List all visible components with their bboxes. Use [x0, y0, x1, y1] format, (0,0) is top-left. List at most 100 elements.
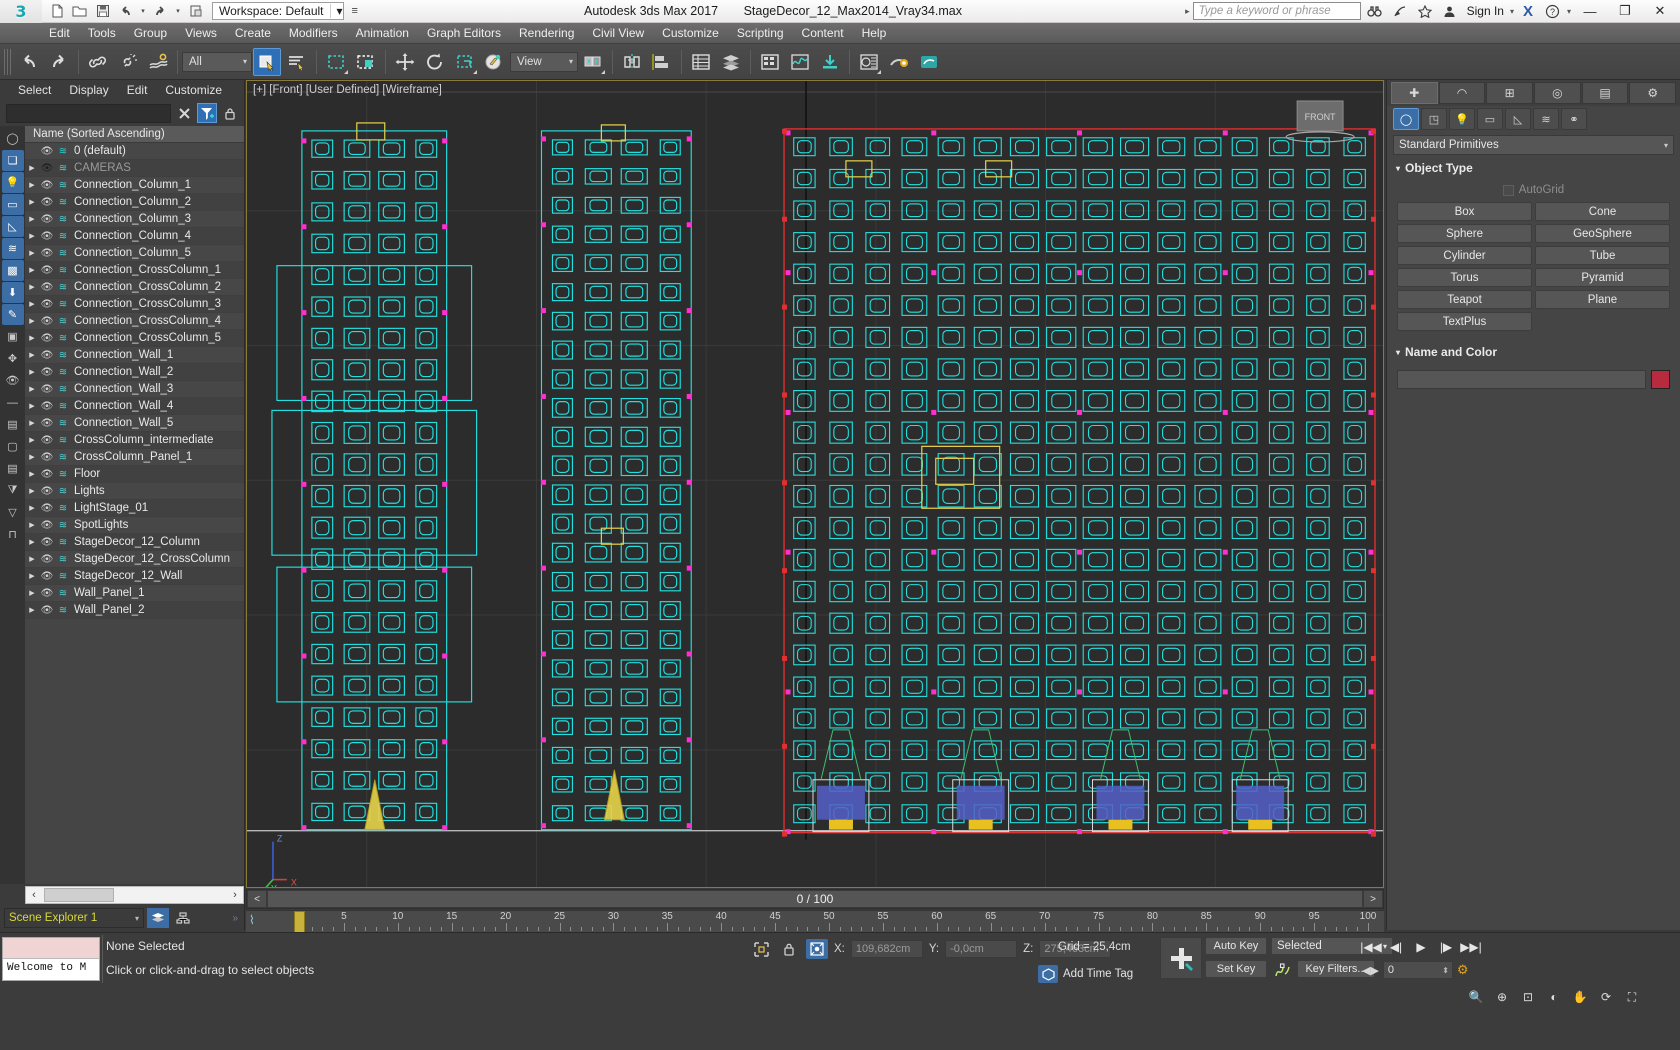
expand-arrow-icon[interactable]: ▶	[25, 351, 39, 359]
auto-key-button[interactable]: Auto Key	[1205, 937, 1267, 955]
select-helper-icon[interactable]: ◺	[2, 216, 24, 237]
list-item[interactable]: ▶👁≋Connection_CrossColumn_1	[25, 262, 244, 279]
select-and-scale-icon[interactable]	[451, 48, 479, 76]
visibility-eye-icon[interactable]: 👁	[39, 520, 55, 531]
list-item[interactable]: ▶👁≋Connection_CrossColumn_4	[25, 313, 244, 330]
render-setup-icon[interactable]	[855, 48, 883, 76]
explorer-menu-customize[interactable]: Customize	[157, 82, 230, 98]
window-close-button[interactable]: ✕	[1644, 0, 1676, 23]
create-plane-button[interactable]: Plane	[1535, 290, 1670, 309]
menu-item-content[interactable]: Content	[793, 24, 853, 42]
list-item[interactable]: ▶👁≋Connection_Wall_2	[25, 364, 244, 381]
frame-display[interactable]: 0 / 100	[267, 890, 1363, 908]
list-item[interactable]: ▶👁≋Connection_Wall_5	[25, 415, 244, 432]
menu-item-help[interactable]: Help	[853, 24, 896, 42]
create-tab[interactable]: ✚	[1391, 82, 1438, 104]
scrollbar-track[interactable]	[42, 887, 227, 903]
create-geosphere-button[interactable]: GeoSphere	[1535, 224, 1670, 243]
select-spacewarp-icon[interactable]: ≋	[2, 238, 24, 259]
expand-arrow-icon[interactable]: ▶	[25, 504, 39, 512]
list-item[interactable]: ▶👁≋Floor	[25, 466, 244, 483]
list-item[interactable]: ▶👁≋Lights	[25, 483, 244, 500]
expand-arrow-icon[interactable]: ▶	[25, 181, 39, 189]
list-item[interactable]: ▶👁≋StageDecor_12_CrossColumn	[25, 551, 244, 568]
create-pyramid-button[interactable]: Pyramid	[1535, 268, 1670, 287]
object-color-swatch[interactable]	[1651, 370, 1670, 389]
expand-arrow-icon[interactable]: ▶	[25, 436, 39, 444]
list-item[interactable]: 👁≋0 (default)	[25, 143, 244, 160]
expand-arrow-icon[interactable]: ▶	[25, 402, 39, 410]
schematic-view-icon[interactable]	[786, 48, 814, 76]
visibility-eye-icon[interactable]: 👁	[39, 248, 55, 259]
mirror-icon[interactable]	[618, 48, 646, 76]
lock-icon[interactable]	[220, 103, 240, 123]
sign-in-button[interactable]: Sign In	[1464, 4, 1507, 18]
menu-item-views[interactable]: Views	[176, 24, 226, 42]
clear-search-icon[interactable]	[174, 103, 194, 123]
visibility-eye-icon[interactable]: 👁	[39, 554, 55, 565]
window-crossing-toggle-icon[interactable]	[352, 48, 380, 76]
name-and-color-rollout-header[interactable]: ▾ Name and Color	[1391, 343, 1676, 361]
visibility-eye-icon[interactable]: 👁	[39, 180, 55, 191]
visibility-eye-icon[interactable]: 👁	[39, 418, 55, 429]
workspace-caret-icon[interactable]: ▾	[330, 4, 343, 18]
key-step-icon[interactable]: ◀▶	[1362, 964, 1379, 977]
utilities-tab[interactable]: ⚙	[1629, 82, 1676, 104]
visibility-eye-icon[interactable]: 👁	[39, 435, 55, 446]
rectangular-selection-region-icon[interactable]	[322, 48, 350, 76]
rendered-frame-window-icon[interactable]	[885, 48, 913, 76]
modify-tab[interactable]: ◠	[1439, 82, 1486, 104]
window-minimize-button[interactable]: —	[1574, 0, 1606, 23]
visibility-eye-icon[interactable]: 👁	[39, 350, 55, 361]
create-box-button[interactable]: Box	[1397, 202, 1532, 221]
list-item[interactable]: ▶👁≋Connection_CrossColumn_3	[25, 296, 244, 313]
visibility-eye-icon[interactable]: 👁	[39, 316, 55, 327]
hierarchy-tab[interactable]: ⊞	[1486, 82, 1533, 104]
blank-icon[interactable]: ▢	[2, 436, 24, 457]
select-and-rotate-icon[interactable]	[421, 48, 449, 76]
expand-arrow-icon[interactable]: ▶	[25, 470, 39, 478]
expand-arrow-icon[interactable]: ▶	[25, 538, 39, 546]
scene-explorer-icon[interactable]	[717, 48, 745, 76]
name-column-header[interactable]: Name (Sorted Ascending)	[25, 126, 244, 143]
expand-arrow-icon[interactable]: ▶	[25, 249, 39, 257]
visibility-eye-icon[interactable]: 👁	[39, 588, 55, 599]
curve-editor-icon[interactable]	[756, 48, 784, 76]
zoom-all-button[interactable]: ⊕	[1491, 987, 1513, 1007]
visibility-eye-icon[interactable]: 👁	[39, 605, 55, 616]
explorer-menu-display[interactable]: Display	[61, 82, 116, 98]
select-camera-icon[interactable]: ▭	[2, 194, 24, 215]
geometry-button[interactable]: ◯	[1393, 108, 1419, 130]
sign-in-caret-icon[interactable]: ▾	[1510, 7, 1514, 16]
create-cylinder-button[interactable]: Cylinder	[1397, 246, 1532, 265]
key-mode-toggle-button[interactable]	[1160, 937, 1202, 979]
workspace-selector[interactable]: Workspace: Default ▾	[212, 2, 344, 20]
align-icon[interactable]	[648, 48, 676, 76]
workspace-menu-icon[interactable]: ≡	[349, 5, 361, 17]
shapes-button[interactable]: ◳	[1421, 108, 1447, 130]
expand-arrow-icon[interactable]: ▶	[25, 283, 39, 291]
expand-arrow-icon[interactable]: ▶	[25, 164, 39, 172]
hierarchy-view-toggle-icon[interactable]	[172, 908, 194, 928]
y-coordinate-field[interactable]: -0,0cm	[945, 940, 1017, 958]
expand-arrow-icon[interactable]: ▶	[25, 232, 39, 240]
list-item[interactable]: ▶👁≋Connection_Wall_4	[25, 398, 244, 415]
explorer-menu-select[interactable]: Select	[10, 82, 59, 98]
pin-icon[interactable]: ⊓	[2, 524, 24, 545]
visibility-eye-icon[interactable]: 👁	[39, 367, 55, 378]
go-to-start-button[interactable]: |◀◀	[1360, 937, 1382, 957]
select-child-icon[interactable]: ❏	[2, 150, 24, 171]
help-caret-icon[interactable]: ▾	[1567, 7, 1571, 16]
expand-arrow-icon[interactable]: ▶	[25, 521, 39, 529]
expand-arrow-icon[interactable]: ▶	[25, 419, 39, 427]
undo-dropdown-icon[interactable]: ▾	[138, 2, 148, 21]
create-sphere-button[interactable]: Sphere	[1397, 224, 1532, 243]
list-item[interactable]: ▶👁≋Connection_Wall_1	[25, 347, 244, 364]
menu-item-scripting[interactable]: Scripting	[728, 24, 793, 42]
visibility-eye-icon[interactable]: 👁	[39, 469, 55, 480]
visibility-eye-icon[interactable]: 👁	[39, 503, 55, 514]
key-tangent-icon[interactable]	[1271, 959, 1293, 979]
object-type-rollout-header[interactable]: ▾ Object Type	[1391, 159, 1676, 177]
time-slider[interactable]	[294, 911, 305, 933]
absolute-relative-mode-icon[interactable]	[806, 939, 828, 959]
